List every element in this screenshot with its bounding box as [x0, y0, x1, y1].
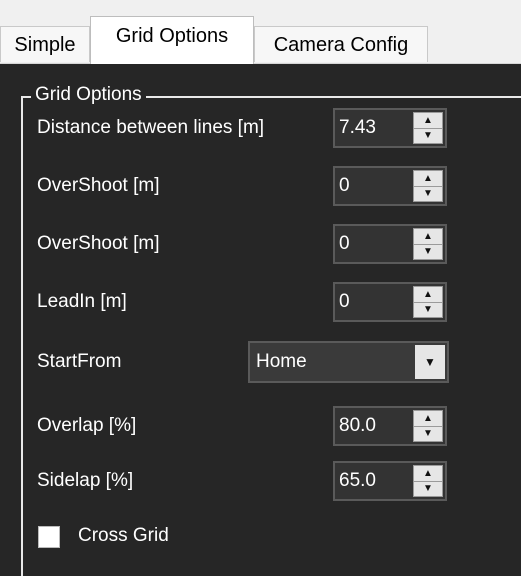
- tab-simple[interactable]: Simple: [0, 26, 90, 62]
- spin-up-icon[interactable]: ▲: [414, 113, 442, 129]
- group-title: Grid Options: [31, 82, 146, 108]
- leadin-spinner[interactable]: ▲ ▼: [413, 286, 443, 318]
- startfrom-label: StartFrom: [37, 351, 122, 372]
- overlap-value: 80.0: [339, 415, 376, 436]
- spin-down-icon[interactable]: ▼: [414, 302, 442, 317]
- spin-up-icon[interactable]: ▲: [414, 171, 442, 187]
- overshoot-spinner[interactable]: ▲ ▼: [413, 170, 443, 202]
- cross-grid-checkbox[interactable]: [38, 526, 60, 548]
- distance-label: Distance between lines [m]: [37, 117, 265, 138]
- overshoot-2-value: 0: [339, 233, 350, 254]
- leadin-label: LeadIn [m]: [37, 291, 127, 312]
- sidelap-spinner[interactable]: ▲ ▼: [413, 465, 443, 497]
- spin-up-icon[interactable]: ▲: [414, 466, 442, 482]
- overshoot-field[interactable]: 0 ▲ ▼: [333, 166, 447, 206]
- spin-up-icon[interactable]: ▲: [414, 229, 442, 245]
- startfrom-select[interactable]: Home ▼: [248, 341, 449, 383]
- spin-down-icon[interactable]: ▼: [414, 481, 442, 496]
- startfrom-value: Home: [256, 351, 307, 372]
- sidelap-field[interactable]: 65.0 ▲ ▼: [333, 461, 447, 501]
- overlap-spinner[interactable]: ▲ ▼: [413, 410, 443, 442]
- overshoot-2-spinner[interactable]: ▲ ▼: [413, 228, 443, 260]
- sidelap-label: Sidelap [%]: [37, 470, 134, 491]
- spin-up-icon[interactable]: ▲: [414, 411, 442, 427]
- overshoot-2-field[interactable]: 0 ▲ ▼: [333, 224, 447, 264]
- chevron-down-icon[interactable]: ▼: [415, 345, 445, 379]
- overlap-field[interactable]: 80.0 ▲ ▼: [333, 406, 447, 446]
- distance-field[interactable]: 7.43 ▲ ▼: [333, 108, 447, 148]
- overlap-label: Overlap [%]: [37, 415, 137, 436]
- tab-grid-options[interactable]: Grid Options: [90, 16, 254, 64]
- sidelap-value: 65.0: [339, 470, 376, 491]
- spin-up-icon[interactable]: ▲: [414, 287, 442, 303]
- spin-down-icon[interactable]: ▼: [414, 186, 442, 201]
- spin-down-icon[interactable]: ▼: [414, 244, 442, 259]
- leadin-value: 0: [339, 291, 350, 312]
- cross-grid-label[interactable]: Cross Grid: [78, 522, 169, 550]
- overshoot-label: OverShoot [m]: [37, 175, 160, 196]
- distance-value: 7.43: [339, 117, 376, 138]
- tab-camera-config[interactable]: Camera Config: [254, 26, 428, 62]
- distance-spinner[interactable]: ▲ ▼: [413, 112, 443, 144]
- spin-down-icon[interactable]: ▼: [414, 128, 442, 143]
- leadin-field[interactable]: 0 ▲ ▼: [333, 282, 447, 322]
- overshoot-value: 0: [339, 175, 350, 196]
- overshoot-2-label: OverShoot [m]: [37, 233, 160, 254]
- tab-strip: Simple Grid Options Camera Config: [0, 0, 521, 64]
- spin-down-icon[interactable]: ▼: [414, 426, 442, 441]
